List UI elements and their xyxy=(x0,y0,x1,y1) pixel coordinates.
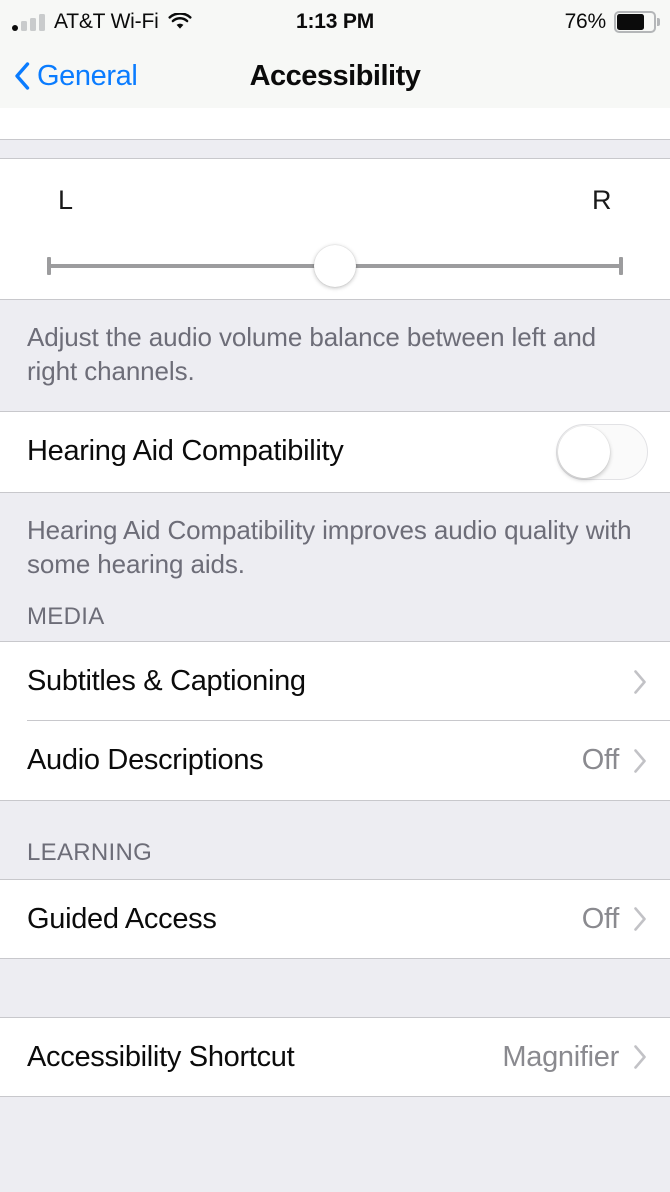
page-title: Accessibility xyxy=(249,59,421,92)
section-gap xyxy=(0,959,670,1018)
battery-icon xyxy=(614,11,660,33)
section-gap xyxy=(0,801,670,840)
row-guided-access[interactable]: Guided Access Off xyxy=(0,879,670,960)
clipped-row-mono-audio[interactable]: Mono Audio xyxy=(0,108,670,140)
section-header-media: MEDIA xyxy=(0,603,670,642)
hearing-aid-footer: Hearing Aid Compatibility improves audio… xyxy=(0,492,670,604)
row-guided-access-label: Guided Access xyxy=(27,902,217,935)
slider-tick-left xyxy=(47,257,51,275)
bottom-gap xyxy=(0,1097,670,1178)
balance-endpoint-labels: L R xyxy=(0,185,670,215)
audio-balance-footer: Adjust the audio volume balance between … xyxy=(0,300,670,411)
status-bar-right: 76% xyxy=(565,0,660,44)
audio-balance-card: L R xyxy=(0,158,670,300)
battery-percent-label: 76% xyxy=(564,10,607,33)
chevron-right-icon xyxy=(633,906,648,932)
hearing-aid-toggle[interactable] xyxy=(556,423,648,480)
row-accessibility-shortcut-label: Accessibility Shortcut xyxy=(27,1040,295,1073)
clipped-row-label: Mono Audio xyxy=(27,108,177,113)
audio-balance-slider[interactable] xyxy=(0,245,670,287)
settings-list: Mono Audio L R Adjust the audio volume b… xyxy=(0,108,670,1178)
chevron-right-icon xyxy=(633,1044,648,1070)
navigation-bar: General Accessibility xyxy=(0,44,670,108)
section-header-learning: LEARNING xyxy=(0,839,670,880)
row-hearing-aid-compatibility[interactable]: Hearing Aid Compatibility xyxy=(0,410,670,493)
balance-right-label: R xyxy=(592,185,612,215)
iphone-screen: AT&T Wi-Fi 1:13 PM 76% General Accessibi… xyxy=(0,0,670,1192)
row-accessibility-shortcut[interactable]: Accessibility Shortcut Magnifier xyxy=(0,1017,670,1098)
row-subtitles-captioning[interactable]: Subtitles & Captioning xyxy=(0,641,670,722)
row-audio-descriptions[interactable]: Audio Descriptions Off xyxy=(0,721,670,802)
balance-left-label: L xyxy=(58,185,74,215)
toggle-knob xyxy=(558,425,610,478)
row-subtitles-captioning-label: Subtitles & Captioning xyxy=(27,665,306,698)
row-audio-descriptions-value: Off xyxy=(581,744,620,777)
slider-thumb[interactable] xyxy=(314,245,356,287)
chevron-right-icon xyxy=(633,669,648,695)
status-bar: AT&T Wi-Fi 1:13 PM 76% xyxy=(0,0,670,44)
row-audio-descriptions-label: Audio Descriptions xyxy=(27,744,264,777)
slider-tick-right xyxy=(619,257,623,275)
row-guided-access-value: Off xyxy=(581,902,620,935)
chevron-right-icon xyxy=(633,748,648,774)
row-accessibility-shortcut-value: Magnifier xyxy=(502,1040,619,1073)
section-gap xyxy=(0,140,670,158)
row-hearing-aid-label: Hearing Aid Compatibility xyxy=(27,435,344,468)
